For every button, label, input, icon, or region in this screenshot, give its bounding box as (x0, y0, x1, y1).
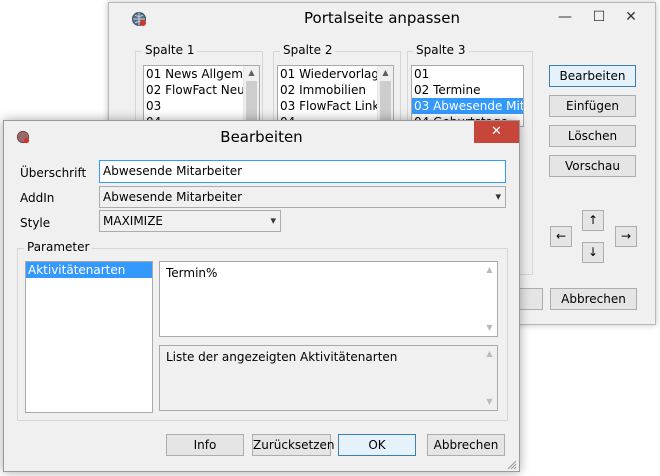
move-down-button[interactable]: ↓ (582, 242, 604, 263)
delete-button[interactable]: Löschen (549, 125, 636, 147)
maximize-button[interactable]: ☐ (585, 7, 613, 27)
cancel-button[interactable]: Abbrechen (550, 288, 637, 310)
list-item[interactable]: 03 (144, 98, 259, 114)
close-button[interactable]: ✕ (617, 7, 645, 27)
chevron-down-icon[interactable]: ▾ (270, 211, 276, 231)
parameter-description-box: Liste der angezeigten Aktivitätenarten ▲… (159, 345, 498, 411)
scroll-thumb[interactable] (246, 81, 257, 121)
parameter-description: Liste der angezeigten Aktivitätenarten (166, 350, 398, 364)
style-label: Style (20, 216, 51, 230)
list-item[interactable]: 01 (412, 66, 523, 82)
dialog-close-button[interactable]: ✕ (474, 121, 519, 143)
ok-button[interactable]: OK (338, 434, 416, 456)
list-item[interactable]: 01 Wiedervorlage (278, 66, 393, 82)
heading-label: Überschrift (20, 166, 87, 180)
parameter-value-textarea[interactable]: Termin% ▲ ▼ (159, 261, 498, 337)
edit-dialog: Bearbeiten ✕ Überschrift AddIn Style Abw… (3, 120, 520, 472)
scroll-up-icon[interactable]: ▲ (482, 347, 497, 361)
ok-button-partial[interactable] (519, 288, 543, 310)
chevron-down-icon[interactable]: ▾ (495, 187, 501, 207)
heading-input[interactable]: Abwesende Mitarbeiter (99, 160, 506, 183)
list-item-selected[interactable]: Aktivitätenarten (26, 262, 152, 278)
list-item-selected[interactable]: 03 Abwesende Mitarbeiter (412, 98, 523, 114)
scroll-thumb[interactable] (380, 81, 391, 121)
resize-grip-icon[interactable] (507, 459, 517, 470)
style-value: MAXIMIZE (103, 214, 164, 228)
move-left-button[interactable]: ← (550, 226, 572, 247)
insert-button[interactable]: Einfügen (549, 95, 636, 117)
list-item[interactable]: 03 FlowFact Links (278, 98, 393, 114)
list-item[interactable]: 02 Termine (412, 82, 523, 98)
addin-dropdown[interactable]: Abwesende Mitarbeiter ▾ (99, 186, 506, 208)
value-scrollbar[interactable]: ▲ ▼ (482, 262, 497, 336)
scroll-up-icon[interactable]: ▲ (482, 263, 497, 277)
edit-dialog-titlebar: Bearbeiten ✕ (4, 121, 519, 151)
move-up-button[interactable]: ↑ (582, 210, 604, 231)
parameter-label: Parameter (24, 240, 93, 254)
info-button[interactable]: Info (166, 434, 244, 456)
column-1-label: Spalte 1 (142, 43, 198, 57)
style-dropdown[interactable]: MAXIMIZE ▾ (99, 210, 281, 232)
list-item[interactable]: 02 Immobilien (278, 82, 393, 98)
column-3-list[interactable]: 01 02 Termine 03 Abwesende Mitarbeiter 0… (411, 65, 524, 127)
column-1-scrollbar[interactable]: ▲ (243, 66, 259, 126)
scroll-down-icon[interactable]: ▼ (482, 395, 497, 409)
reset-button[interactable]: Zurücksetzen (252, 434, 335, 456)
parameter-list[interactable]: Aktivitätenarten (25, 261, 153, 413)
column-1-list[interactable]: 01 News Allgemeine 02 FlowFact Neuheiten… (143, 65, 260, 127)
scroll-up-icon[interactable]: ▲ (244, 66, 259, 80)
portal-settings-titlebar: Portalseite anpassen — ☐ ✕ (109, 3, 655, 33)
edit-dialog-title: Bearbeiten (220, 128, 303, 146)
column-2-label: Spalte 2 (280, 43, 336, 57)
column-3-label: Spalte 3 (413, 43, 469, 57)
column-2-scrollbar[interactable]: ▲ (377, 66, 393, 126)
minimize-button[interactable]: — (551, 7, 579, 27)
list-item[interactable]: 01 News Allgemeine (144, 66, 259, 82)
list-item[interactable]: 02 FlowFact Neuheiten (144, 82, 259, 98)
cancel-button[interactable]: Abbrechen (427, 434, 505, 456)
column-2-list[interactable]: 01 Wiedervorlage 02 Immobilien 03 FlowFa… (277, 65, 394, 127)
move-right-button[interactable]: → (615, 226, 637, 247)
preview-button[interactable]: Vorschau (549, 155, 636, 177)
scroll-down-icon[interactable]: ▼ (482, 321, 497, 335)
addin-value: Abwesende Mitarbeiter (103, 190, 243, 204)
description-scrollbar[interactable]: ▲ ▼ (482, 346, 497, 410)
parameter-value: Termin% (166, 266, 218, 280)
edit-button[interactable]: Bearbeiten (549, 65, 636, 87)
scroll-up-icon[interactable]: ▲ (378, 66, 393, 80)
addin-label: AddIn (20, 191, 55, 205)
